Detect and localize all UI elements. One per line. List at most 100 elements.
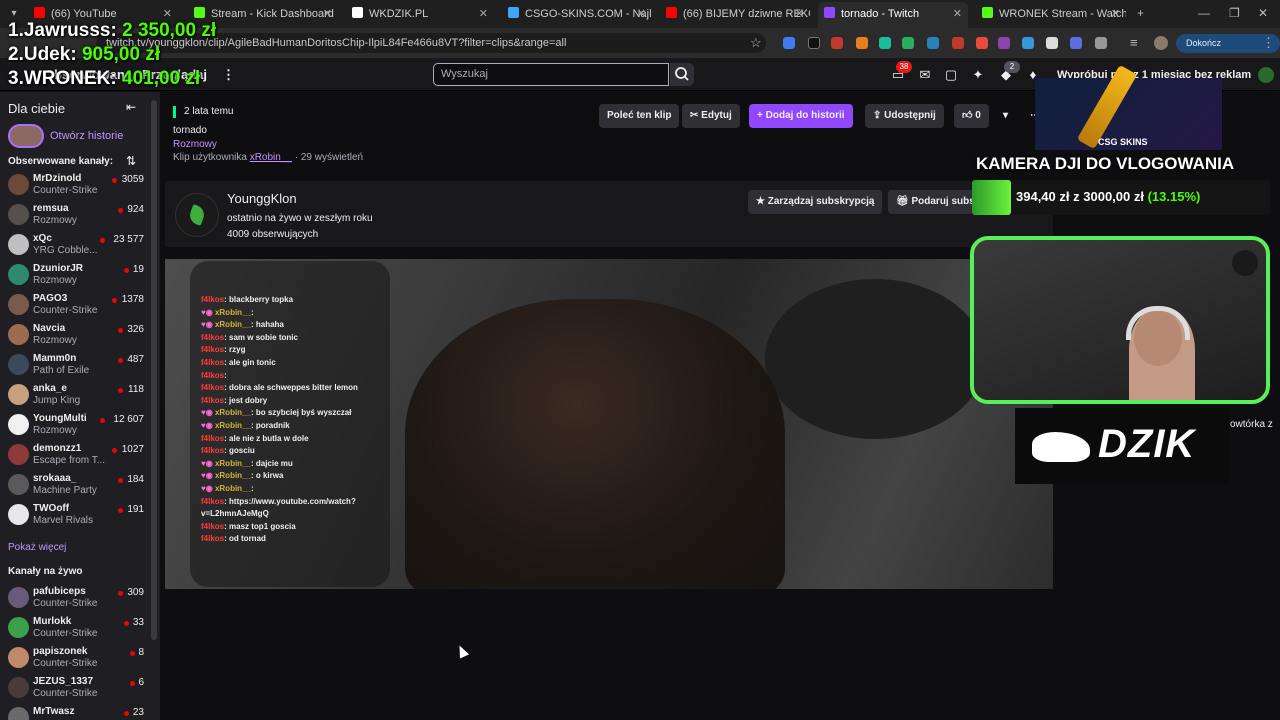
reading-list-icon[interactable]: ≡ (1130, 35, 1138, 50)
extension-icon[interactable] (976, 37, 988, 49)
sidebar-channel[interactable]: MrTwasz 23 (0, 704, 150, 720)
collapse-sidebar-icon[interactable]: ⇤ (126, 100, 136, 114)
clip-author-link[interactable]: xRobin__ (250, 152, 292, 163)
extension-icon[interactable] (808, 37, 820, 49)
sidebar-channel[interactable]: anka_e Jump King 118 (0, 381, 150, 411)
sidebar-channel[interactable]: MrDzinold Counter-Strike 3059 (0, 171, 150, 201)
add-to-story-button[interactable]: + Dodaj do historii (749, 104, 853, 128)
sidebar-channel[interactable]: TWOoff Marvel Rivals 191 (0, 501, 150, 531)
search-button[interactable] (670, 63, 694, 86)
channel-avatar[interactable] (175, 193, 219, 237)
sidebar-channel[interactable]: YoungMulti Rozmowy 12 607 (0, 411, 150, 441)
clip-category-link[interactable]: Rozmowy (173, 139, 217, 150)
video-chat-line: ♥◉ xRobin__: dajcie mu (201, 459, 293, 468)
sidebar-channel[interactable]: Navcia Rozmowy 326 (0, 321, 150, 351)
video-chat-line: f4lkos: sam w sobie tonic (201, 333, 298, 342)
new-tab-icon[interactable]: + (1137, 6, 1144, 20)
tab-close-icon[interactable]: ✕ (953, 2, 962, 26)
video-chat-line: f4lkos: dobra ale schweppes bitter lemon (201, 383, 358, 392)
video-chat-line: f4lkos: jest dobry (201, 396, 267, 405)
sort-icon[interactable]: ⇅ (126, 154, 136, 168)
extension-icon[interactable] (879, 37, 891, 49)
browser-menu-icon[interactable]: ⋮ (1262, 35, 1275, 51)
chat-username: xRobin__ (214, 458, 251, 468)
chat-username: xRobin__ (214, 484, 251, 493)
sidebar-channel[interactable]: papiszonek Counter-Strike 8 (0, 644, 150, 674)
donor-name: Jawrusss: (23, 20, 117, 41)
extension-icon[interactable] (998, 37, 1010, 49)
recommend-clip-button[interactable]: Poleć ten klip (599, 104, 680, 128)
like-button[interactable]: 👍︎ 0 (954, 104, 989, 128)
viewer-count: 1027 (121, 444, 144, 455)
browser-tab[interactable]: tornado - Twitch ✕ (818, 2, 968, 28)
share-button[interactable]: ⇪ Udostępnij (865, 104, 944, 128)
close-window-icon[interactable]: ✕ (1258, 6, 1268, 20)
extension-icon[interactable] (902, 37, 914, 49)
clip-video-player[interactable]: f4lkos: blackberry topka ♥◉ xRobin__: ♥◉ … (165, 259, 1053, 589)
drops-icon[interactable]: ✦ (970, 67, 986, 83)
tab-close-icon[interactable]: ✕ (479, 2, 488, 26)
sidebar-scrollbar[interactable] (151, 100, 157, 640)
sidebar-channel[interactable]: demonzz1 Escape from T... 1027 (0, 441, 150, 471)
sidebar-channel[interactable]: Mamm0n Path of Exile 487 (0, 351, 150, 381)
extension-icon[interactable] (856, 37, 868, 49)
whispers-icon[interactable]: ▢ (943, 67, 959, 83)
sidebar-channel[interactable]: srokaaa_ Machine Party 184 (0, 471, 150, 501)
user-avatar[interactable] (1258, 67, 1274, 83)
extension-icon[interactable] (1022, 37, 1034, 49)
viewer-count: 1378 (121, 294, 144, 305)
channel-game: Counter-Strike (33, 305, 98, 316)
live-channels-title: Kanały na żywo (8, 566, 83, 577)
chat-colon: : (250, 484, 254, 493)
inbox-icon[interactable]: ✉ (917, 67, 933, 83)
video-streamer (405, 299, 785, 589)
extension-icon[interactable] (927, 37, 939, 49)
channel-name: MrDzinold (33, 173, 82, 184)
sidebar-channel[interactable]: DzuniorJR Rozmowy 19 (0, 261, 150, 291)
tab-close-icon[interactable]: ✕ (795, 2, 804, 26)
gift-sub-button[interactable]: 🎁︎ Podaruj subs (888, 190, 978, 214)
sidebar-channel[interactable]: remsua Rozmowy 924 (0, 201, 150, 231)
search-input[interactable]: Wyszukaj (433, 63, 669, 86)
goal-separator: z (1073, 189, 1080, 204)
chat-username: xRobin__ (214, 320, 251, 330)
browser-tab[interactable]: (66) BIJEMY dziwne REKORDY✕ (660, 2, 810, 28)
chat-username: f4lkos (201, 433, 225, 443)
browser-tab[interactable]: WRONEK Stream - Watch Live✕ (976, 2, 1126, 28)
chat-message: bo szybciej byś wyszczał (255, 408, 352, 418)
more-menu-icon[interactable]: ⋮ (222, 67, 235, 83)
extension-icon[interactable] (831, 37, 843, 49)
sidebar-channel[interactable]: Murlokk Counter-Strike 33 (0, 614, 150, 644)
show-more-link[interactable]: Pokaż więcej (8, 542, 66, 553)
video-chat-line: f4lkos: rzyg (201, 345, 245, 354)
sidebar-channel[interactable]: PAGO3 Counter-Strike 1378 (0, 291, 150, 321)
sidebar-channel[interactable]: JEZUS_1337 Counter-Strike 6 (0, 674, 150, 704)
manage-subscription-button[interactable]: ★ Zarządzaj subskrypcją (748, 190, 883, 214)
channel-game: Escape from T... (33, 455, 105, 466)
extension-icon[interactable] (1070, 37, 1082, 49)
chat-username: xRobin__ (214, 408, 251, 418)
extension-icon[interactable] (1046, 37, 1058, 49)
edit-clip-button[interactable]: ✂ Edytuj (682, 104, 740, 128)
extension-icon[interactable] (952, 37, 964, 49)
minimize-icon[interactable]: — (1198, 6, 1210, 20)
channel-name[interactable]: YounggKlon (227, 191, 297, 206)
sidebar-channel[interactable]: xQc YRG Cobble... 23 577 (0, 231, 150, 261)
sponsor-name: DZIK (1098, 422, 1196, 466)
extension-icon[interactable] (783, 37, 795, 49)
tab-close-icon[interactable]: ✕ (1111, 2, 1120, 26)
bookmark-star-icon[interactable]: ☆ (750, 35, 762, 51)
channel-name: srokaaa_ (33, 473, 77, 484)
channel-avatar (8, 617, 29, 638)
browser-tab[interactable]: WKDZIK.PL ✕ (346, 2, 494, 28)
extensions-puzzle-icon[interactable] (1095, 37, 1107, 49)
browser-tab[interactable]: CSGO-SKINS.COM - Najlepsze✕ (502, 2, 652, 28)
sidebar-channel[interactable]: pafubiceps Counter-Strike 309 (0, 584, 150, 614)
open-stories-button[interactable]: Otwórz historie (8, 124, 123, 149)
profile-avatar[interactable] (1154, 36, 1168, 50)
tab-close-icon[interactable]: ✕ (637, 2, 646, 26)
tab-close-icon[interactable]: ✕ (323, 2, 332, 26)
viewer-count: 487 (127, 354, 144, 365)
dislike-dropdown-icon[interactable]: ▾ (995, 104, 1016, 128)
restore-icon[interactable]: ❐ (1229, 6, 1240, 20)
